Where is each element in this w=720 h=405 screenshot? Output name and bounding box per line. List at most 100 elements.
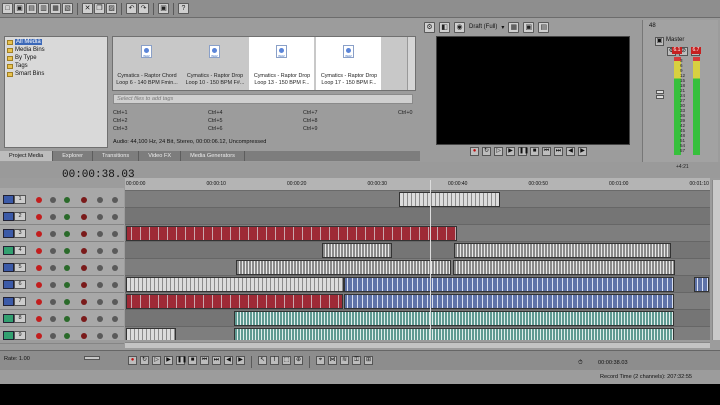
mute-icon[interactable] <box>81 299 87 305</box>
selection-tool-icon[interactable]: ⬚ <box>282 356 291 365</box>
overlay-icon[interactable]: ◉ <box>454 21 465 33</box>
split-screen-icon[interactable]: ◧ <box>439 21 450 33</box>
auto-crossfade-icon[interactable]: ⋈ <box>328 356 337 365</box>
audio-event[interactable] <box>344 277 674 292</box>
audio-event[interactable] <box>322 243 392 258</box>
media-scrollbar[interactable] <box>407 37 415 90</box>
preview-quality-select[interactable]: Draft (Full) <box>469 24 497 30</box>
automation-icon[interactable] <box>64 248 70 254</box>
audio-event[interactable] <box>234 311 674 326</box>
mute-icon[interactable] <box>81 197 87 203</box>
redo-icon[interactable]: ↷ <box>138 3 149 14</box>
timeline-vertical-scrollbar[interactable] <box>712 180 720 340</box>
solo-icon[interactable] <box>97 248 103 254</box>
undo-icon[interactable]: ↶ <box>126 3 137 14</box>
mute-icon[interactable] <box>81 316 87 322</box>
track-menu-icon[interactable] <box>112 231 118 237</box>
tab-transitions[interactable]: Transitions <box>93 151 140 161</box>
zoom-tool-icon[interactable]: ⊕ <box>294 356 303 365</box>
fx-icon[interactable] <box>50 265 56 271</box>
timeline-horizontal-scrollbar[interactable] <box>125 342 710 348</box>
fx-icon[interactable] <box>50 299 56 305</box>
automation-icon[interactable] <box>64 265 70 271</box>
play-from-start-icon[interactable]: ▷ <box>494 147 503 156</box>
render-icon[interactable]: ▦ <box>50 3 61 14</box>
tag-shortcut[interactable]: Ctrl+0 <box>398 110 413 116</box>
tag-shortcut[interactable]: Ctrl+3 <box>113 126 128 132</box>
go-to-start-icon[interactable]: ⏮ <box>542 147 551 156</box>
snapping-icon[interactable]: ⌖ <box>316 356 325 365</box>
track-menu-icon[interactable] <box>112 197 118 203</box>
tag-shortcut[interactable]: Ctrl+4 <box>208 110 223 116</box>
tab-video-fx[interactable]: Video FX <box>139 151 182 161</box>
solo-icon[interactable] <box>97 282 103 288</box>
tag-shortcut[interactable]: Ctrl+6 <box>208 126 223 132</box>
next-frame-icon[interactable]: ▶ <box>236 356 245 365</box>
solo-icon[interactable] <box>97 214 103 220</box>
audio-event[interactable] <box>453 260 675 275</box>
audio-event[interactable] <box>236 260 451 275</box>
automation-icon[interactable] <box>64 299 70 305</box>
solo-icon[interactable] <box>97 299 103 305</box>
mute-icon[interactable] <box>81 231 87 237</box>
media-item[interactable]: WAV Cymatics - Raptor Drop Loop 13 - 150… <box>249 37 314 90</box>
automation-icon[interactable] <box>64 333 70 339</box>
automation-icon[interactable] <box>64 282 70 288</box>
stop-icon[interactable]: ■ <box>530 147 539 156</box>
tree-item-all-media[interactable]: All Media <box>7 38 105 46</box>
track-header[interactable]: 9 <box>0 327 124 344</box>
audio-event[interactable] <box>126 294 343 309</box>
tab-explorer[interactable]: Explorer <box>53 151 94 161</box>
tree-item-media-bins[interactable]: Media Bins <box>7 46 105 54</box>
track-lane[interactable] <box>125 293 710 310</box>
track-header[interactable]: 2 <box>0 208 124 225</box>
cut-icon[interactable]: ✕ <box>82 3 93 14</box>
fx-icon[interactable] <box>50 214 56 220</box>
new-icon[interactable]: □ <box>2 3 13 14</box>
tag-input[interactable]: Select files to add tags <box>113 94 413 104</box>
automation-icon[interactable] <box>64 231 70 237</box>
save-as-icon[interactable]: ▥ <box>38 3 49 14</box>
track-header[interactable]: 7 <box>0 293 124 310</box>
track-lane[interactable] <box>125 208 710 225</box>
time-ruler[interactable]: 00:00:00 00:00:10 00:00:20 00:00:30 00:00:40… <box>125 178 710 191</box>
tab-project-media[interactable]: Project Media <box>0 151 54 161</box>
audio-event[interactable] <box>454 243 671 258</box>
pause-icon[interactable]: ❚❚ <box>176 356 187 365</box>
audio-event[interactable] <box>399 192 500 207</box>
fx-icon[interactable] <box>50 282 56 288</box>
play-icon[interactable]: ▶ <box>506 147 515 156</box>
go-to-end-icon[interactable]: ⏭ <box>212 356 221 365</box>
mute-icon[interactable] <box>81 265 87 271</box>
rate-slider[interactable] <box>84 356 100 360</box>
track-menu-icon[interactable] <box>112 214 118 220</box>
track-menu-icon[interactable] <box>112 282 118 288</box>
record-arm-icon[interactable] <box>36 248 42 254</box>
track-menu-icon[interactable] <box>112 333 118 339</box>
loop-icon[interactable]: ↻ <box>482 147 491 156</box>
paste-icon[interactable]: ▨ <box>106 3 117 14</box>
mute-icon[interactable] <box>81 248 87 254</box>
record-arm-icon[interactable] <box>36 265 42 271</box>
auto-ripple-icon[interactable]: ≋ <box>340 356 349 365</box>
overlays-icon[interactable]: ▦ <box>508 21 520 33</box>
audio-event[interactable] <box>344 294 674 309</box>
open-icon[interactable]: ▣ <box>14 3 25 14</box>
track-header[interactable]: 8 <box>0 310 124 327</box>
normal-edit-tool-icon[interactable]: ↖ <box>258 356 267 365</box>
mute-icon[interactable] <box>81 214 87 220</box>
play-from-start-icon[interactable]: ▷ <box>152 356 161 365</box>
mute-icon[interactable] <box>81 282 87 288</box>
track-menu-icon[interactable] <box>112 248 118 254</box>
copy-icon[interactable]: ❐ <box>94 3 105 14</box>
go-to-start-icon[interactable]: ⏮ <box>200 356 209 365</box>
automation-icon[interactable] <box>64 316 70 322</box>
record-icon[interactable]: ● <box>470 147 479 156</box>
record-arm-icon[interactable] <box>36 231 42 237</box>
properties-icon[interactable]: ▧ <box>62 3 73 14</box>
solo-icon[interactable] <box>97 231 103 237</box>
track-lane[interactable] <box>125 310 710 327</box>
solo-icon[interactable] <box>97 265 103 271</box>
envelope-tool-icon[interactable]: ⌇ <box>270 356 279 365</box>
tag-shortcut[interactable]: Ctrl+5 <box>208 118 223 124</box>
